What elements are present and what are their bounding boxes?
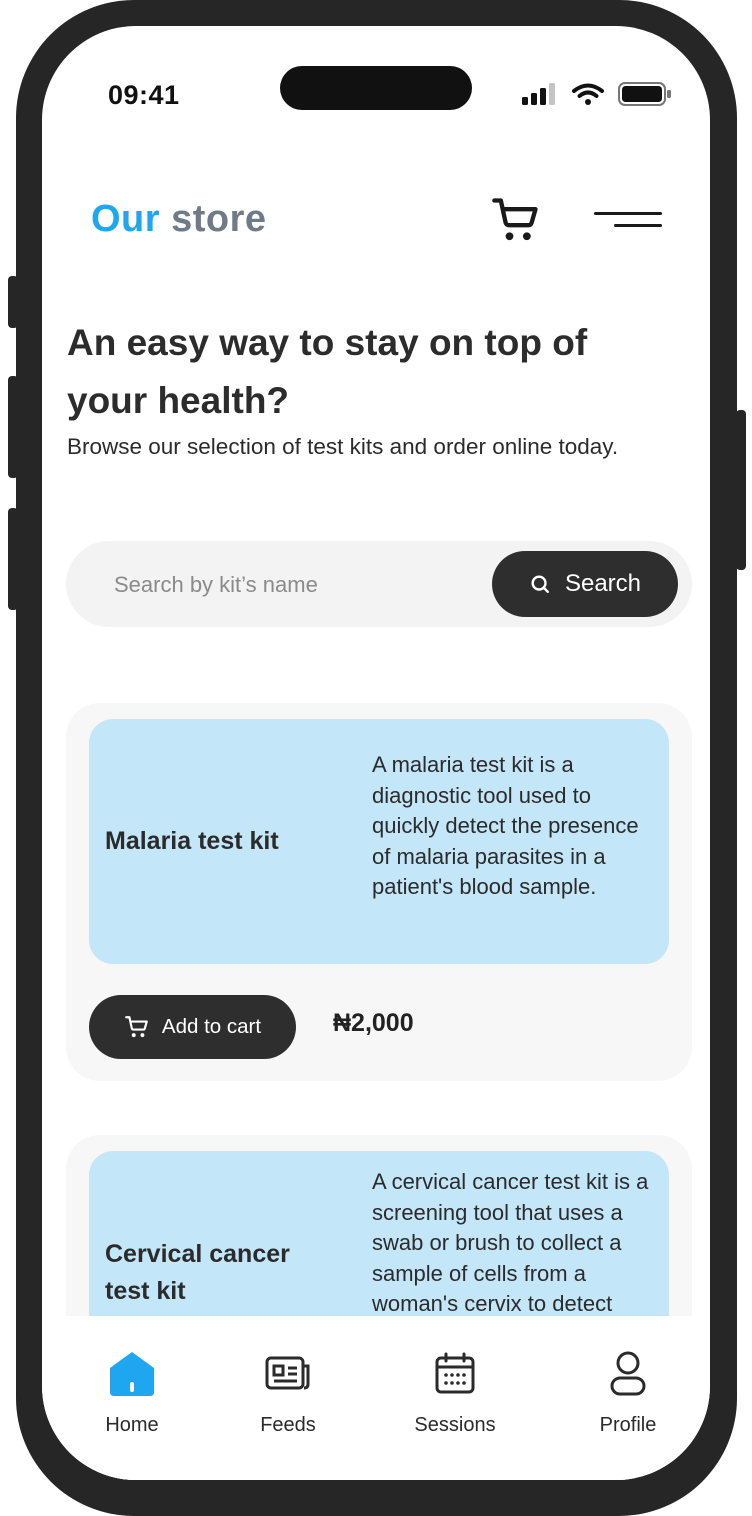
nav-label: Feeds — [260, 1414, 316, 1436]
hero-headline: An easy way to stay on top of your healt… — [67, 322, 588, 421]
volume-down-button — [8, 508, 18, 610]
product-info-panel: Malaria test kit A malaria test kit is a… — [89, 719, 669, 964]
product-description: A malaria test kit is a diagnostic tool … — [372, 752, 639, 899]
home-icon — [108, 1350, 156, 1398]
cart-button[interactable] — [488, 192, 544, 248]
battery-icon — [618, 82, 671, 106]
search-input[interactable] — [112, 541, 476, 629]
wifi-icon — [572, 83, 604, 105]
cart-icon — [492, 198, 538, 241]
product-price: ₦2,000 — [333, 1009, 414, 1037]
nav-label: Home — [105, 1414, 159, 1436]
nav-item-feeds[interactable]: Feeds — [223, 1350, 353, 1437]
nav-label: Sessions — [414, 1414, 496, 1436]
product-name: Malaria test kit — [105, 827, 279, 855]
screen: 09:41 Our store An easy way to stay on t… — [42, 26, 710, 1480]
product-description: A cervical cancer test kit is a screenin… — [372, 1169, 649, 1316]
store-title-word-2: store — [171, 198, 267, 240]
store-title-word-1: Our — [91, 198, 161, 240]
add-to-cart-button[interactable]: Add to cart — [89, 995, 296, 1059]
nav-item-sessions[interactable]: Sessions — [390, 1350, 520, 1437]
menu-line-bottom — [614, 224, 662, 227]
menu-line-top — [594, 212, 662, 215]
nav-label: Profile — [599, 1414, 657, 1436]
search-button[interactable]: Search — [492, 551, 678, 617]
power-button — [736, 410, 746, 570]
search-button-label: Search — [564, 570, 642, 597]
add-to-cart-label: Add to cart — [161, 1015, 262, 1038]
signal-icon — [522, 83, 555, 105]
status-icons — [522, 82, 672, 106]
nav-item-home[interactable]: Home — [67, 1350, 197, 1437]
search-icon — [531, 575, 549, 593]
volume-up-button — [8, 376, 18, 478]
store-title: Our store — [91, 198, 267, 241]
cart-icon — [125, 1016, 148, 1038]
status-time: 09:41 — [108, 80, 180, 110]
menu-button[interactable] — [590, 206, 662, 236]
calendar-icon — [431, 1350, 479, 1398]
user-icon — [604, 1350, 652, 1398]
dynamic-island — [280, 66, 472, 110]
product-card: Malaria test kit A malaria test kit is a… — [66, 703, 692, 1081]
mute-switch — [8, 276, 18, 328]
product-name: Cervical cancer test kit — [105, 1240, 290, 1305]
bottom-nav: Home Feeds Sessions Profile — [42, 1316, 710, 1480]
newspaper-icon — [264, 1350, 312, 1398]
hero-subtitle: Browse our selection of test kits and or… — [67, 434, 619, 459]
nav-item-profile[interactable]: Profile — [563, 1350, 693, 1437]
search-bar: Search — [66, 541, 692, 629]
